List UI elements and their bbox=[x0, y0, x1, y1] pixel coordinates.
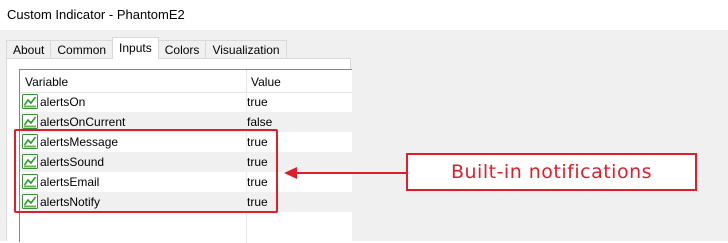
title-bar: Custom Indicator - PhantomE2 bbox=[0, 0, 728, 30]
param-value[interactable]: false bbox=[247, 115, 272, 129]
annotation-label: Built-in notifications bbox=[450, 161, 653, 183]
highlight-box bbox=[14, 129, 278, 213]
column-divider[interactable] bbox=[246, 70, 247, 92]
tab-strip: About Common Inputs Colors Visualization bbox=[6, 37, 287, 59]
boolean-param-icon bbox=[22, 94, 38, 109]
column-header-variable[interactable]: Variable bbox=[25, 75, 68, 89]
tab-visualization[interactable]: Visualization bbox=[205, 40, 287, 59]
arrow-icon bbox=[284, 167, 406, 179]
boolean-param-icon bbox=[22, 114, 38, 129]
param-name: alertsOnCurrent bbox=[40, 115, 126, 129]
param-row-alertsOn[interactable]: alertsOn true bbox=[20, 92, 352, 112]
param-name: alertsOn bbox=[40, 95, 86, 109]
tab-common[interactable]: Common bbox=[50, 40, 114, 59]
param-value[interactable]: true bbox=[247, 95, 268, 109]
window-title: Custom Indicator - PhantomE2 bbox=[7, 7, 185, 22]
annotation-callout: Built-in notifications bbox=[406, 153, 697, 191]
tab-inputs[interactable]: Inputs bbox=[112, 37, 159, 59]
tab-colors[interactable]: Colors bbox=[157, 40, 207, 59]
tab-about[interactable]: About bbox=[6, 40, 52, 59]
grid-header: Variable Value bbox=[20, 70, 352, 93]
column-header-value[interactable]: Value bbox=[251, 75, 281, 89]
